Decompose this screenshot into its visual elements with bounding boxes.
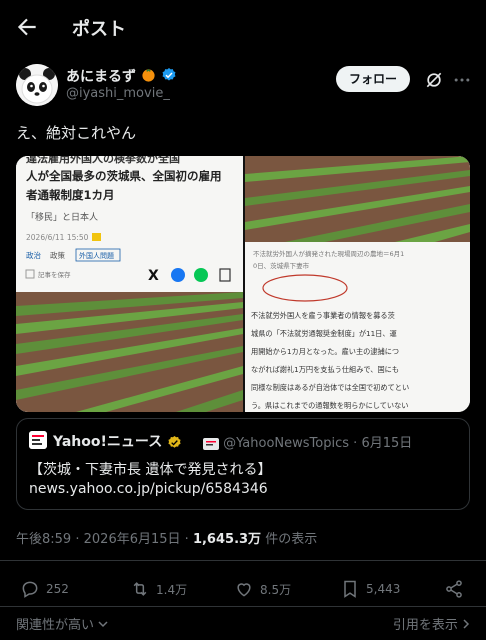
article-screenshot-image: 違法雇用外国人の検挙数が全国 人が全国最多の茨城県、全国初の雇用 者通報制度1カ… — [16, 156, 243, 412]
svg-text:違法雇用外国人の検挙数が全国: 違法雇用外国人の検挙数が全国 — [26, 156, 180, 165]
post-date: 2026年6月15日 — [83, 532, 181, 547]
heart-icon — [237, 583, 251, 597]
follow-button[interactable]: フォロー — [336, 66, 410, 92]
quoted-name-text: Yahoo!ニュース — [53, 434, 163, 450]
reply-count: 252 — [46, 582, 69, 596]
views-label: 件の表示 — [265, 532, 318, 547]
article-tag-2: 政策 — [50, 250, 65, 260]
author-row: あにまるず @iyashi_movie_ フォロー — [16, 64, 472, 108]
share-icon — [446, 580, 462, 598]
article-tag-3: 外国人問題 — [79, 251, 114, 260]
page-title: ポスト — [72, 19, 126, 40]
quoted-display-name: Yahoo!ニュース — [53, 431, 182, 451]
view-quotes-link[interactable]: 引用を表示 — [393, 614, 470, 633]
article-tag-1: 政治 — [26, 250, 41, 260]
quoted-text-line-1: 【茨城・下妻市長 遺体で発見される】 — [29, 462, 272, 478]
name-badges — [141, 67, 177, 87]
more-icon[interactable] — [452, 70, 472, 90]
bookmark-icon — [344, 580, 356, 598]
share-button[interactable] — [444, 578, 470, 600]
chevron-right-icon — [463, 619, 470, 629]
article-headline-1: 人が全国最多の茨城県、全国初の雇用 — [26, 169, 222, 183]
quoted-dot: · — [353, 436, 358, 451]
photo-caption-2: 0日、茨城県下妻市 — [253, 261, 310, 270]
article-body-5: 同様な制度はあるが自治体では全国で初めてとい — [251, 383, 409, 392]
views-count[interactable]: 1,645.3万 — [193, 532, 261, 547]
top-bar: ポスト — [0, 0, 486, 56]
article-body-6: う。県はこれまでの通報数を明らかにしていない — [251, 401, 408, 410]
bookmark-button[interactable]: 5,443 — [340, 578, 400, 600]
article-body-2: 城県の「不法就労通報奨金制度」が11日、運 — [251, 329, 397, 338]
article-body-3: 用開始から1カ月となった。雇い主の逮捕につ — [251, 347, 399, 356]
media-image-left[interactable]: 違法雇用外国人の検挙数が全国 人が全国最多の茨城県、全国初の雇用 者通報制度1カ… — [16, 156, 243, 412]
media-grid: 違法雇用外国人の検挙数が全国 人が全国最多の茨城県、全国初の雇用 者通報制度1カ… — [16, 156, 470, 412]
quoted-handle-row: @YahooNewsTopics · 6月15日 — [203, 432, 412, 451]
svg-text:X: X — [148, 268, 159, 284]
verified-badge-icon — [162, 68, 176, 81]
sort-selector[interactable]: 関連性が高い — [16, 614, 108, 633]
post-meta: 午後8:59 · 2026年6月15日 · 1,645.3万 件の表示 — [16, 528, 317, 547]
photo-caption-1: 不法就労外国人が摘発された現場周辺の農地＝6月1 — [253, 249, 404, 258]
display-name-text: あにまるず — [66, 69, 136, 85]
view-quotes-label: 引用を表示 — [392, 618, 458, 633]
avatar[interactable] — [16, 64, 58, 106]
repost-icon — [133, 582, 147, 596]
farm-article-image: 不法就労外国人が摘発された現場周辺の農地＝6月1 0日、茨城県下妻市 不法就労外… — [245, 156, 470, 412]
panda-avatar-image — [16, 64, 58, 106]
divider-bottom — [0, 606, 486, 607]
orange-circle-icon — [142, 68, 155, 82]
meta-dot-1: · — [75, 532, 80, 547]
media-image-right[interactable]: 不法就労外国人が摘発された現場周辺の農地＝6月1 0日、茨城県下妻市 不法就労外… — [245, 156, 470, 412]
yahoo-news-logo-icon — [29, 431, 47, 449]
quoted-handle: @YahooNewsTopics — [223, 436, 350, 451]
reply-button[interactable]: 252 — [20, 578, 69, 600]
like-count: 8.5万 — [260, 582, 292, 597]
action-bar: 252 1.4万 8.5万 5,443 — [0, 574, 486, 604]
article-body-4: ながれば謝礼1万円を支払う仕組みで、国にも — [251, 365, 399, 374]
divider-top — [0, 560, 486, 561]
sort-label: 関連性が高い — [16, 618, 95, 633]
quoted-post[interactable]: Yahoo!ニュース @YahooNewsTopics · 6月15日 【茨城・… — [16, 418, 470, 510]
repost-button[interactable]: 1.4万 — [130, 578, 187, 600]
chevron-down-icon — [98, 621, 108, 628]
article-quote-line: 「移民」と日本人 — [26, 211, 98, 223]
arrow-left-icon[interactable] — [14, 14, 40, 40]
repost-count: 1.4万 — [156, 582, 188, 597]
handle[interactable]: @iyashi_movie_ — [66, 86, 170, 101]
affiliate-badge-icon — [203, 437, 219, 450]
bookmark-count: 5,443 — [366, 582, 401, 596]
tweet-text: え、絶対これやん — [16, 124, 137, 142]
article-date: 2026/6/11 15:50 — [26, 233, 89, 242]
like-button[interactable]: 8.5万 — [234, 578, 291, 600]
meta-dot-2: · — [184, 532, 189, 547]
display-name[interactable]: あにまるず — [66, 66, 177, 87]
grok-icon[interactable] — [424, 70, 444, 90]
reply-icon — [22, 581, 38, 598]
article-headline-2: 者通報制度1カ月 — [25, 188, 115, 202]
quoted-link[interactable]: news.yahoo.co.jp/pickup/6584346 — [29, 481, 268, 497]
gold-verified-badge-icon — [168, 435, 181, 448]
article-save-label: 記事を保存 — [38, 270, 71, 279]
article-body-1: 不法就労外国人を雇う事業者の情報を募る茨 — [251, 311, 395, 320]
quoted-date: 6月15日 — [361, 436, 413, 451]
post-time: 午後8:59 — [16, 532, 72, 547]
